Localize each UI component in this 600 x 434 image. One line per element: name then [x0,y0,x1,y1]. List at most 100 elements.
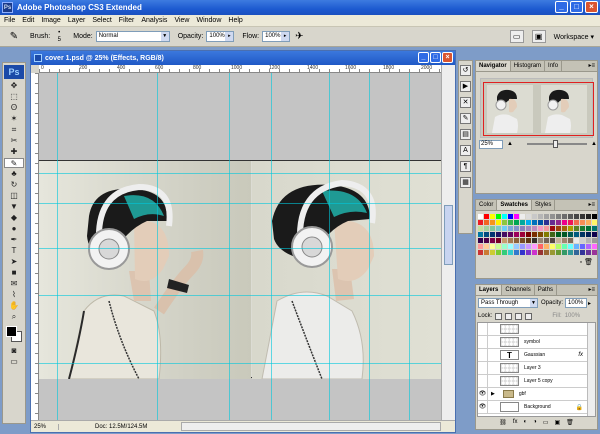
layer-row[interactable]: Layer 5 copy [478,374,595,388]
color-swatch[interactable] [520,226,525,231]
color-swatch[interactable] [592,226,597,231]
tab-navigator[interactable]: Navigator [476,61,511,71]
color-swatch[interactable] [562,220,567,225]
color-swatch[interactable] [592,250,597,255]
vertical-scrollbar[interactable] [441,65,455,422]
menu-analysis[interactable]: Analysis [141,17,167,24]
color-swatch[interactable] [586,238,591,243]
color-swatch[interactable] [502,220,507,225]
guide-line[interactable] [39,173,443,174]
guide-line[interactable] [39,295,443,296]
eye-icon[interactable]: 👁 [478,400,488,414]
color-swatch[interactable] [592,232,597,237]
color-swatch[interactable] [574,226,579,231]
color-swatch[interactable] [508,244,513,249]
healing-icon[interactable]: ✚ [4,147,24,157]
color-swatch[interactable] [550,238,555,243]
quick-mask-icon[interactable]: ◙ [4,346,24,356]
color-swatch[interactable] [586,226,591,231]
eraser-icon[interactable]: ◫ [4,191,24,201]
visibility-toggle[interactable] [478,348,488,362]
color-swatch[interactable] [496,244,501,249]
zoom-in-icon[interactable]: ▲ [591,141,597,147]
menu-layer[interactable]: Layer [68,17,86,24]
blur-icon[interactable]: ◆ [4,213,24,223]
panel-menu-icon[interactable]: ▸≡ [588,286,595,293]
canvas[interactable] [39,73,443,422]
brush-tool-preset-icon[interactable]: ✎ [6,30,22,44]
foreground-color[interactable] [6,326,17,337]
layer-row[interactable]: symbol [478,335,595,349]
color-swatch[interactable] [568,238,573,243]
workspace-menu[interactable]: Workspace ▾ [554,33,594,41]
airbrush-icon[interactable]: ✈ [295,31,303,42]
history-icon[interactable]: ↺ [460,65,471,76]
color-swatch[interactable] [556,238,561,243]
tool-presets-icon[interactable]: ✕ [460,97,471,108]
zoom-level[interactable]: 25% [31,423,59,430]
color-swatch[interactable] [580,238,585,243]
tab-layers[interactable]: Layers [476,285,503,295]
brushes-icon[interactable]: ✎ [460,113,471,124]
color-swatch[interactable] [478,244,483,249]
color-swatch[interactable] [496,250,501,255]
color-swatch[interactable] [532,232,537,237]
mode-select[interactable]: Normal ▼ [95,31,170,42]
color-swatch[interactable] [550,232,555,237]
color-swatch[interactable] [532,214,537,219]
color-swatch[interactable] [538,214,543,219]
panel-menu-icon[interactable]: ▸≡ [588,201,595,208]
color-swatch[interactable] [538,226,543,231]
color-swatch[interactable] [490,226,495,231]
color-swatch[interactable] [502,232,507,237]
color-swatch[interactable] [562,214,567,219]
brush-icon[interactable]: ✎ [4,158,24,168]
color-swatch[interactable] [586,220,591,225]
color-swatch[interactable] [514,226,519,231]
color-swatch[interactable] [562,226,567,231]
color-swatch[interactable] [484,214,489,219]
color-swatch[interactable] [556,214,561,219]
color-swatch[interactable] [514,238,519,243]
menu-select[interactable]: Select [92,17,111,24]
menu-filter[interactable]: Filter [119,17,135,24]
color-swatch[interactable] [544,244,549,249]
doc-maximize-button[interactable]: □ [430,52,441,63]
color-swatch[interactable] [490,238,495,243]
paragraph-icon[interactable]: ¶ [460,161,471,172]
color-swatch[interactable] [526,214,531,219]
color-swatch[interactable] [526,232,531,237]
color-swatch[interactable] [580,250,585,255]
color-swatch[interactable] [586,214,591,219]
guide-line[interactable] [39,203,443,204]
doc-minimize-button[interactable]: _ [418,52,429,63]
color-swatch[interactable] [580,232,585,237]
maximize-button[interactable]: □ [570,1,583,13]
color-swatch[interactable] [550,220,555,225]
stamp-icon[interactable]: ♣ [4,169,24,179]
lock-pixels-icon[interactable] [505,312,513,320]
doc-close-button[interactable]: × [442,52,453,63]
color-swatch[interactable] [484,250,489,255]
color-swatch[interactable] [538,232,543,237]
color-swatch[interactable] [574,250,579,255]
color-swatch[interactable] [550,214,555,219]
color-swatch[interactable] [592,220,597,225]
color-swatch[interactable] [568,244,573,249]
color-swatch[interactable] [556,244,561,249]
color-swatch[interactable] [568,232,573,237]
color-swatch[interactable] [574,238,579,243]
color-swatch[interactable] [490,220,495,225]
color-swatch[interactable] [496,214,501,219]
visibility-toggle[interactable] [478,335,488,349]
lock-all-icon[interactable] [525,312,533,320]
link-layers-icon[interactable]: ⛓ [499,419,507,426]
color-swatch[interactable] [496,238,501,243]
color-swatch[interactable] [526,226,531,231]
color-swatch[interactable] [538,250,543,255]
color-swatch[interactable] [514,214,519,219]
color-swatch[interactable] [532,226,537,231]
color-swatch[interactable] [520,214,525,219]
color-swatch[interactable] [484,238,489,243]
color-swatch[interactable] [568,220,573,225]
